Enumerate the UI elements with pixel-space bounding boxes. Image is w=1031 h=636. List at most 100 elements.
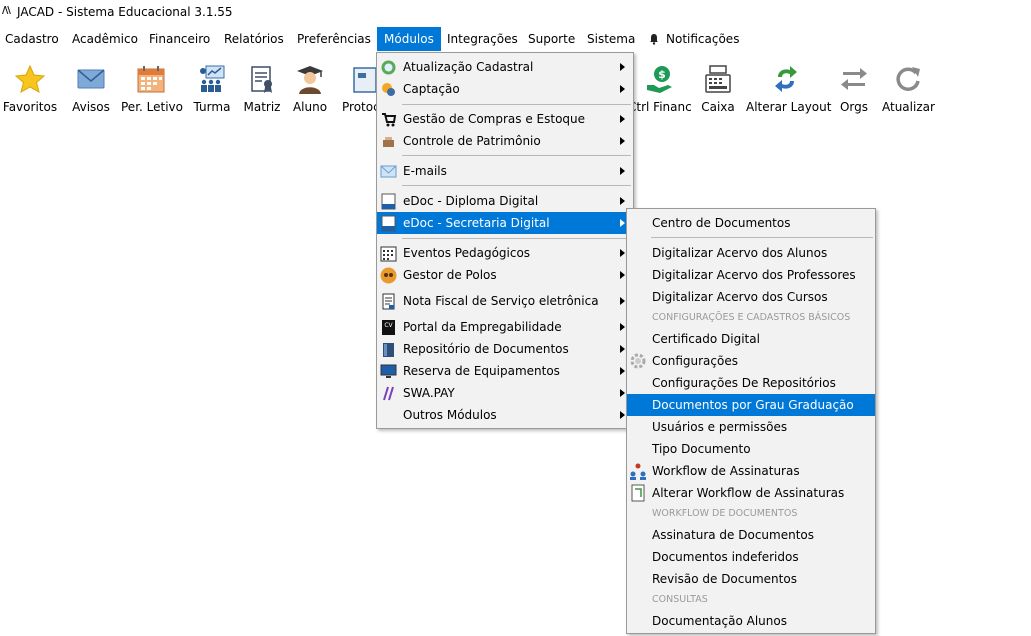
submenu-item-workflow-assinaturas[interactable]: Workflow de Assinaturas [627,460,875,482]
submenu-arrow-icon [620,323,625,331]
menu-item-portal-empregabilidade[interactable]: CV Portal da Empregabilidade [377,316,633,338]
users-circle-icon [380,267,397,284]
submenu-category-workflow: WORKFLOW DE DOCUMENTOS [652,508,798,519]
menu-notificacoes[interactable]: Notificações [666,27,739,51]
submenu-item-documentos-indeferidos[interactable]: Documentos indeferidos [627,546,875,568]
submenu-item-alterar-workflow[interactable]: Alterar Workflow de Assinaturas [627,482,875,504]
menu-item-atualizacao-cadastral[interactable]: Atualização Cadastral [377,56,633,78]
swap-arrows-icon [841,68,867,90]
toolbar-turma-button[interactable]: Turma [190,55,234,125]
submenu-arrow-icon [620,411,625,419]
menu-preferencias[interactable]: Preferências [297,27,371,51]
submenu-item-digitalizar-alunos[interactable]: Digitalizar Acervo dos Alunos [627,242,875,264]
toolbar-atualizar-button[interactable]: Atualizar [882,55,935,125]
monitor-icon [380,364,397,378]
menu-item-swapay[interactable]: SWA.PAY [377,382,633,404]
workflow-edit-icon [631,484,645,502]
submenu-arrow-icon [620,367,625,375]
document-ribbon-icon [251,66,272,93]
menu-separator [402,238,631,239]
cv-icon: CV [382,320,395,335]
toolbar-avisos-button[interactable]: Avisos [64,55,118,125]
workflow-users-icon [630,463,646,480]
submenu-item-tipo-documento[interactable]: Tipo Documento [627,438,875,460]
bell-icon[interactable] [649,33,659,45]
toolbar-alterar-layout-button[interactable]: Alterar Layout [746,55,831,125]
calendar-icon [137,66,165,93]
menu-separator [402,104,631,105]
submenu-item-documentos-grau-graduacao[interactable]: Documentos por Grau Graduação [627,394,875,416]
submenu-arrow-icon [620,271,625,279]
submenu-arrow-icon [620,389,625,397]
secretaria-submenu: Centro de Documentos Digitalizar Acervo … [626,208,876,634]
menu-item-edoc-secretaria[interactable]: eDoc - Secretaria Digital [377,212,633,234]
toolbar-favoritos-button[interactable]: Favoritos [0,55,60,125]
toolbar-per-letivo-button[interactable]: Per. Letivo [121,55,183,125]
submenu-item-digitalizar-cursos[interactable]: Digitalizar Acervo dos Cursos [627,286,875,308]
submenu-arrow-icon [620,85,625,93]
submenu-arrow-icon [620,345,625,353]
submenu-item-usuarios-permissoes[interactable]: Usuários e permissões [627,416,875,438]
submenu-arrow-icon [620,219,625,227]
menu-item-gestao-compras[interactable]: Gestão de Compras e Estoque [377,108,633,130]
menu-item-controle-patrimonio[interactable]: Controle de Patrimônio [377,130,633,152]
toolbar-orgs-button[interactable]: Orgs [834,55,874,125]
menu-item-nota-fiscal[interactable]: Nota Fiscal de Serviço eletrônica [377,290,633,312]
edoc-icon [381,215,396,232]
submenu-item-assinatura-documentos[interactable]: Assinatura de Documentos [627,524,875,546]
menu-item-reserva-equipamentos[interactable]: Reserva de Equipamentos [377,360,633,382]
invoice-icon [382,293,395,310]
cart-icon [382,113,397,127]
submenu-item-centro-documentos[interactable]: Centro de Documentos [627,212,875,234]
svg-text:CV: CV [384,322,393,329]
submenu-item-configuracoes[interactable]: Configurações [627,350,875,372]
submenu-arrow-icon [620,297,625,305]
menu-separator [402,155,631,156]
calendar-grid-icon [380,246,397,262]
menu-item-edoc-diploma[interactable]: eDoc - Diploma Digital [377,190,633,212]
submenu-item-config-repositorios[interactable]: Configurações De Repositórios [627,372,875,394]
submenu-category-configuracoes: CONFIGURAÇÕES E CADASTROS BÁSICOS [652,312,851,323]
menu-item-repositorio-documentos[interactable]: Repositório de Documentos [377,338,633,360]
menu-item-emails[interactable]: E-mails [377,160,633,182]
edoc-icon [381,193,396,210]
menu-suporte[interactable]: Suporte [528,27,575,51]
svg-text:$: $ [658,68,666,81]
submenu-arrow-icon [620,115,625,123]
menu-sistema[interactable]: Sistema [587,27,635,51]
submenu-item-revisao-documentos[interactable]: Revisão de Documentos [627,568,875,590]
menu-relatorios[interactable]: Relatórios [224,27,284,51]
submenu-arrow-icon [620,167,625,175]
menu-item-gestor-polos[interactable]: Gestor de Polos [377,264,633,286]
menu-item-outros-modulos[interactable]: Outros Módulos [377,404,633,426]
toolbar-caixa-button[interactable]: Caixa [696,55,740,125]
refresh-globe-icon [381,60,396,75]
app-logo: /\\ [2,5,11,16]
menu-cadastro[interactable]: Cadastro [5,27,59,51]
window-title: JACAD - Sistema Educacional 3.1.55 [17,5,233,19]
submenu-arrow-icon [620,63,625,71]
magnet-icon [382,83,395,96]
refresh-icon [896,67,920,91]
submenu-item-certificado-digital[interactable]: Certificado Digital [627,328,875,350]
submenu-arrow-icon [620,197,625,205]
toolbar-matriz-button[interactable]: Matriz [240,55,284,125]
book-icon [383,343,394,357]
menu-item-eventos-pedagogicos[interactable]: Eventos Pedagógicos [377,242,633,264]
menu-modulos[interactable]: Módulos [377,27,441,51]
modulos-dropdown: Atualização Cadastral Captação Gestão de… [376,52,634,429]
menu-separator [651,237,873,238]
cash-register-icon [705,65,731,93]
toolbar-protocolo-button[interactable]: Protoc [338,55,380,125]
submenu-item-documentacao-alunos[interactable]: Documentação Alunos [627,610,875,632]
submenu-item-digitalizar-professores[interactable]: Digitalizar Acervo dos Professores [627,264,875,286]
swapay-icon [383,386,394,401]
envelope-icon [77,69,105,89]
menu-academico[interactable]: Acadêmico [72,27,138,51]
menu-item-captacao[interactable]: Captação [377,78,633,100]
menu-integracoes[interactable]: Integrações [447,27,518,51]
menu-financeiro[interactable]: Financeiro [149,27,210,51]
recycle-arrows-icon [775,66,797,92]
toolbar-aluno-button[interactable]: Aluno [290,55,330,125]
box-icon [383,137,394,147]
